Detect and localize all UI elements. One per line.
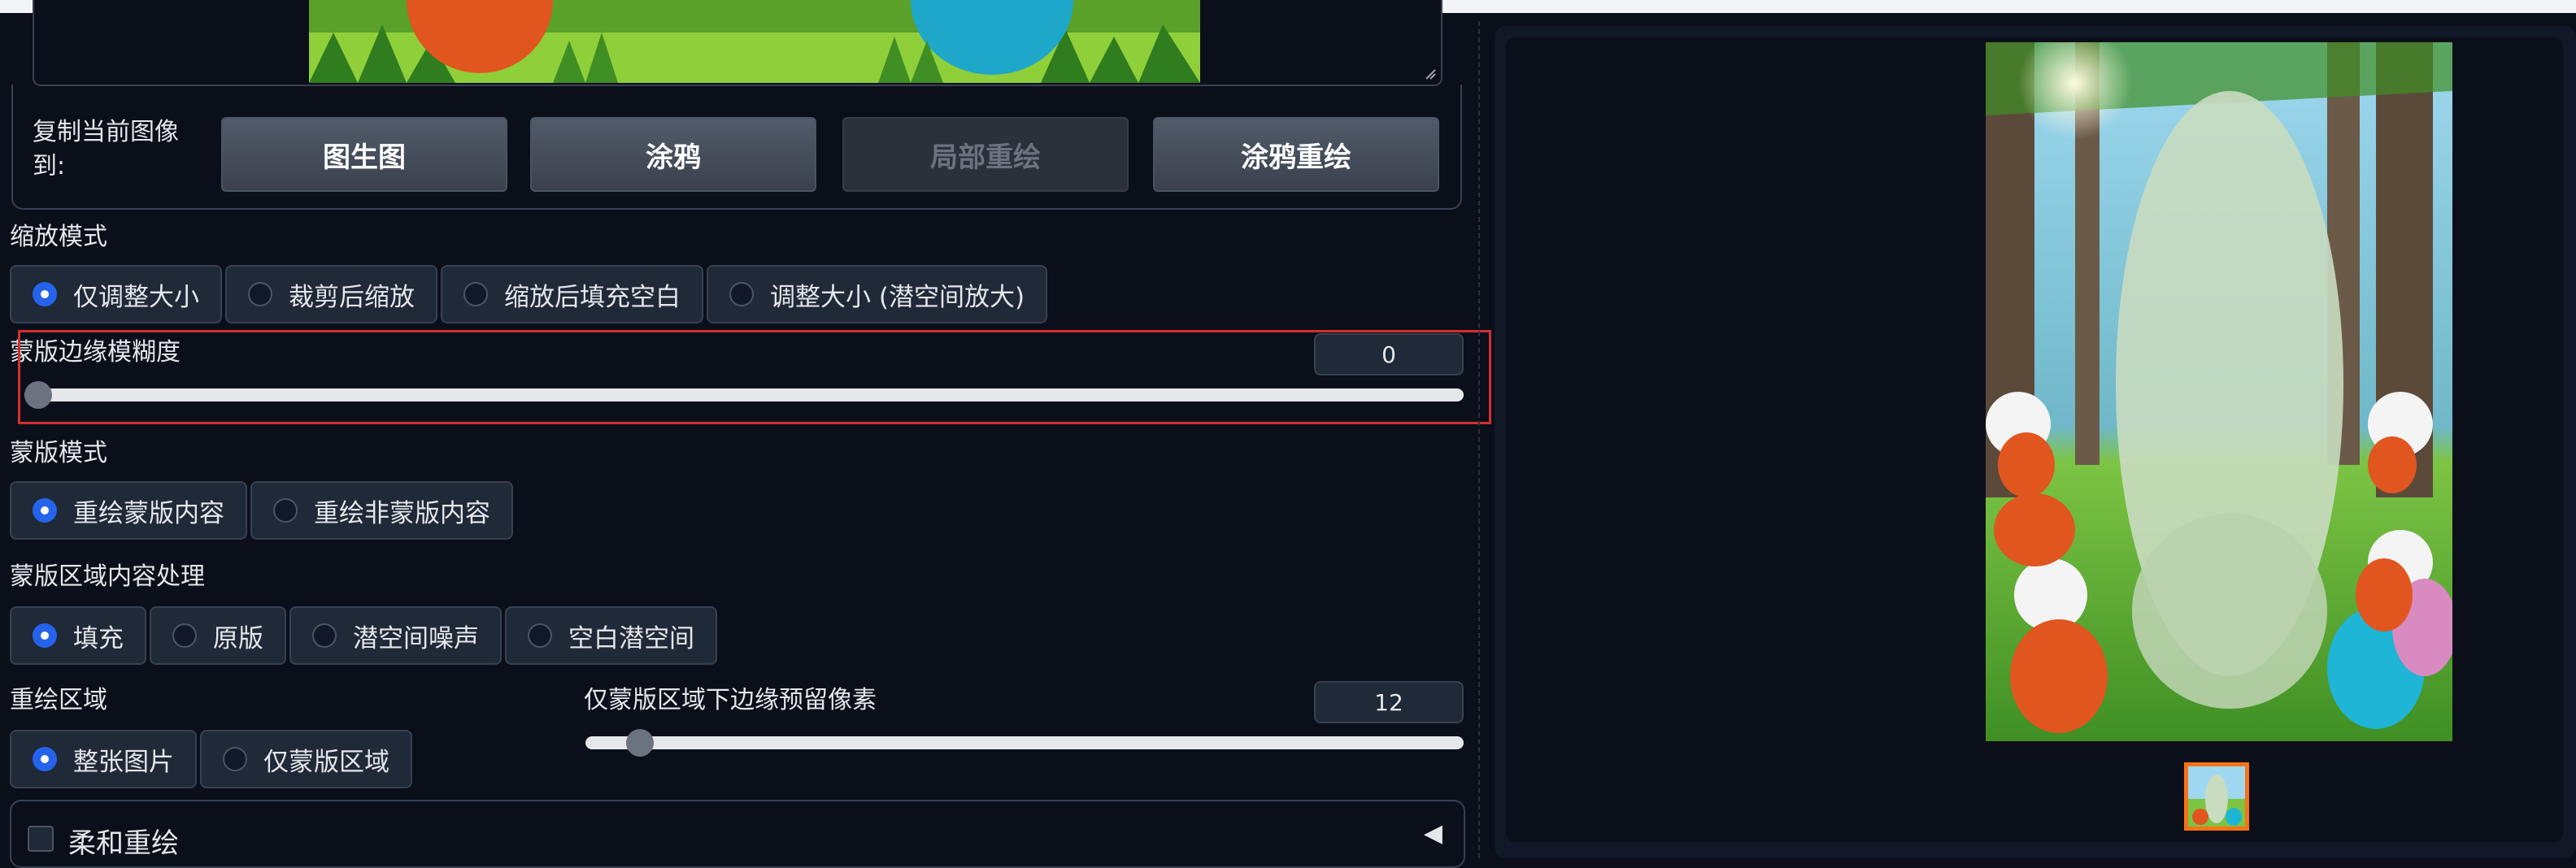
resize-mode-radio-group: 仅调整大小 裁剪后缩放 缩放后填充空白 调整大小 (潜空间放大) [10, 265, 1048, 323]
radio-unchecked-icon [223, 747, 247, 771]
radio-label: 缩放后填充空白 [504, 282, 681, 312]
resize-grip-icon[interactable] [1425, 68, 1436, 80]
radio-label: 原版 [213, 623, 263, 653]
radio-label: 调整大小 (潜空间放大) [770, 282, 1025, 312]
radio-whole-picture[interactable]: 整张图片 [10, 730, 197, 788]
radio-checked-icon [33, 747, 57, 771]
mask-mode-label: 蒙版模式 [10, 439, 107, 467]
copy-to-img2img-button[interactable]: 图生图 [221, 117, 507, 192]
radio-crop-and-resize[interactable]: 裁剪后缩放 [225, 265, 437, 323]
radio-checked-icon [33, 282, 57, 306]
radio-resize-and-fill[interactable]: 缩放后填充空白 [441, 265, 703, 323]
masked-content-radio-group: 填充 原版 潜空间噪声 空白潜空间 [10, 606, 717, 665]
soft-inpainting-accordion[interactable]: 柔和重绘 ◀ [10, 800, 1465, 868]
radio-label: 仅蒙版区域 [263, 747, 389, 777]
slider-thumb[interactable] [625, 729, 654, 757]
radio-inpaint-not-masked[interactable]: 重绘非蒙版内容 [250, 481, 513, 540]
copy-to-inpaint-button[interactable]: 局部重绘 [842, 117, 1129, 192]
radio-unchecked-icon [528, 623, 552, 648]
padding-number-input[interactable]: 12 [1314, 681, 1464, 723]
uploaded-image-preview [309, 0, 1200, 83]
radio-latent-upscale[interactable]: 调整大小 (潜空间放大) [707, 265, 1048, 323]
radio-fill[interactable]: 填充 [10, 606, 146, 665]
radio-original[interactable]: 原版 [150, 606, 286, 665]
inpaint-area-label: 重绘区域 [10, 686, 107, 714]
radio-just-resize[interactable]: 仅调整大小 [10, 265, 222, 323]
mask-mode-radio-group: 重绘蒙版内容 重绘非蒙版内容 [10, 481, 513, 540]
radio-latent-nothing[interactable]: 空白潜空间 [505, 606, 717, 665]
inpaint-area-radio-group: 整张图片 仅蒙版区域 [10, 730, 412, 788]
radio-label: 填充 [73, 623, 124, 653]
radio-label: 重绘蒙版内容 [73, 498, 224, 528]
output-thumbnail[interactable] [2184, 762, 2249, 831]
collapse-arrow-icon[interactable]: ◀ [1424, 819, 1442, 848]
radio-inpaint-masked[interactable]: 重绘蒙版内容 [10, 481, 247, 540]
radio-label: 整张图片 [73, 747, 174, 777]
highlight-box [18, 330, 1491, 424]
resize-mode-label: 缩放模式 [10, 223, 107, 251]
soft-inpainting-label: 柔和重绘 [68, 827, 179, 860]
padding-slider[interactable] [585, 729, 1464, 757]
radio-unchecked-icon [729, 282, 754, 306]
radio-label: 仅调整大小 [73, 282, 199, 312]
copy-to-label: 复制当前图像到: [33, 118, 179, 180]
radio-unchecked-icon [248, 282, 272, 306]
radio-label: 裁剪后缩放 [289, 282, 415, 312]
radio-unchecked-icon [312, 623, 337, 648]
radio-only-masked[interactable]: 仅蒙版区域 [200, 730, 412, 788]
radio-label: 空白潜空间 [568, 623, 694, 653]
radio-unchecked-icon [172, 623, 197, 648]
image-editor[interactable] [33, 0, 1442, 86]
settings-panel: 复制当前图像到: 图生图 涂鸦 局部重绘 涂鸦重绘 缩放模式 仅调整大小 裁剪后… [0, 0, 1472, 868]
radio-checked-icon [33, 498, 57, 523]
soft-inpainting-checkbox[interactable] [28, 826, 54, 852]
radio-latent-noise[interactable]: 潜空间噪声 [289, 606, 502, 665]
copy-to-sketch-button[interactable]: 涂鸦 [530, 117, 816, 192]
radio-checked-icon [33, 623, 57, 648]
radio-unchecked-icon [463, 282, 488, 306]
output-image[interactable] [1986, 42, 2452, 741]
copy-to-inpaint-sketch-button[interactable]: 涂鸦重绘 [1153, 117, 1439, 192]
radio-unchecked-icon [273, 498, 298, 523]
masked-content-label: 蒙版区域内容处理 [10, 562, 205, 591]
column-divider [1478, 21, 1480, 858]
radio-label: 重绘非蒙版内容 [314, 498, 490, 528]
padding-label: 仅蒙版区域下边缘预留像素 [584, 686, 877, 714]
radio-label: 潜空间噪声 [353, 623, 479, 653]
